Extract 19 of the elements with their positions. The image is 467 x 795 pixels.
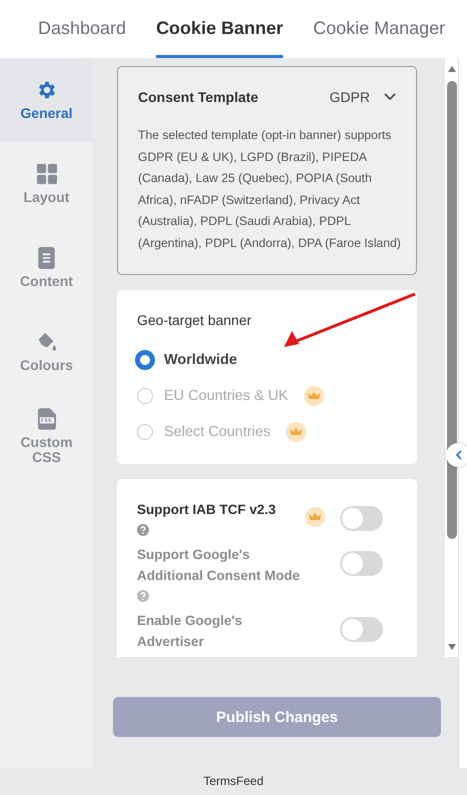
template-description: The selected template (opt-in banner) supports GDPR (EU & UK), LGPD (Brazil), PIPEDA (Canada), Law 25 (Quebec), POPIA (South Africa), nFADP (Switzerland), Privacy Act (Australia), PDPL (Saudi Arabia), PDPL (Argentina), PDPL (Andorra), DPA (Faroe Island): [138, 127, 402, 252]
setting-label: Support Google's Additional Consent Mode: [137, 546, 301, 585]
option-label: Worldwide: [164, 352, 238, 368]
option-label: EU Countries & UK: [164, 388, 288, 404]
card-title: Consent Template: [138, 89, 258, 105]
sidebar-item[interactable]: General: [0, 58, 93, 142]
card-title: Geo-target banner: [137, 312, 252, 328]
tab[interactable]: Dashboard: [38, 0, 126, 58]
option-label: Select Countries: [164, 424, 270, 440]
publish-button[interactable]: Publish Changes: [113, 697, 441, 737]
template-select[interactable]: GDPR: [330, 89, 396, 105]
setting-label: Support IAB TCF v2.3: [137, 501, 277, 519]
setting-label: Enable Google's Advertiser: [137, 612, 244, 651]
sidebar-item[interactable]: Layout: [0, 142, 93, 226]
sidebar-item[interactable]: Content: [0, 226, 93, 310]
sidebar-item[interactable]: Colours: [0, 310, 93, 394]
footer-text: TermsFeed: [0, 768, 467, 795]
sidebar-item[interactable]: Custom CSS: [0, 394, 93, 478]
tab[interactable]: Cookie Manager: [313, 0, 446, 58]
